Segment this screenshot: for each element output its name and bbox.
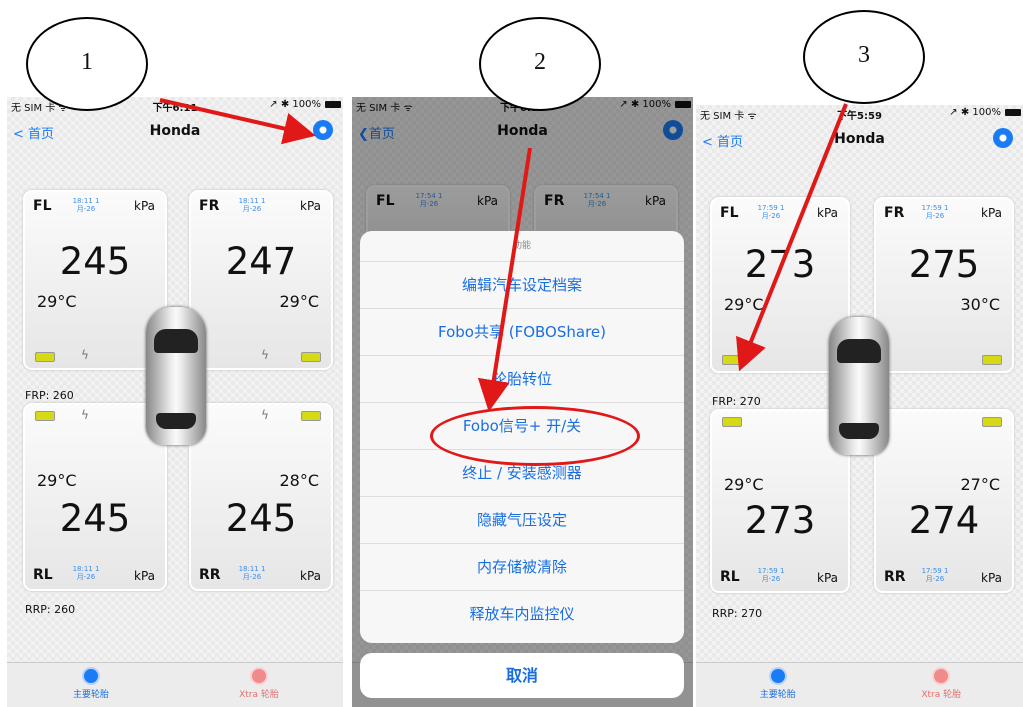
annotation-arrows [159, 98, 848, 412]
arrow-to-gear [159, 98, 316, 145]
arrow-to-menu-item [477, 147, 532, 412]
arrow-to-battery [736, 103, 848, 372]
